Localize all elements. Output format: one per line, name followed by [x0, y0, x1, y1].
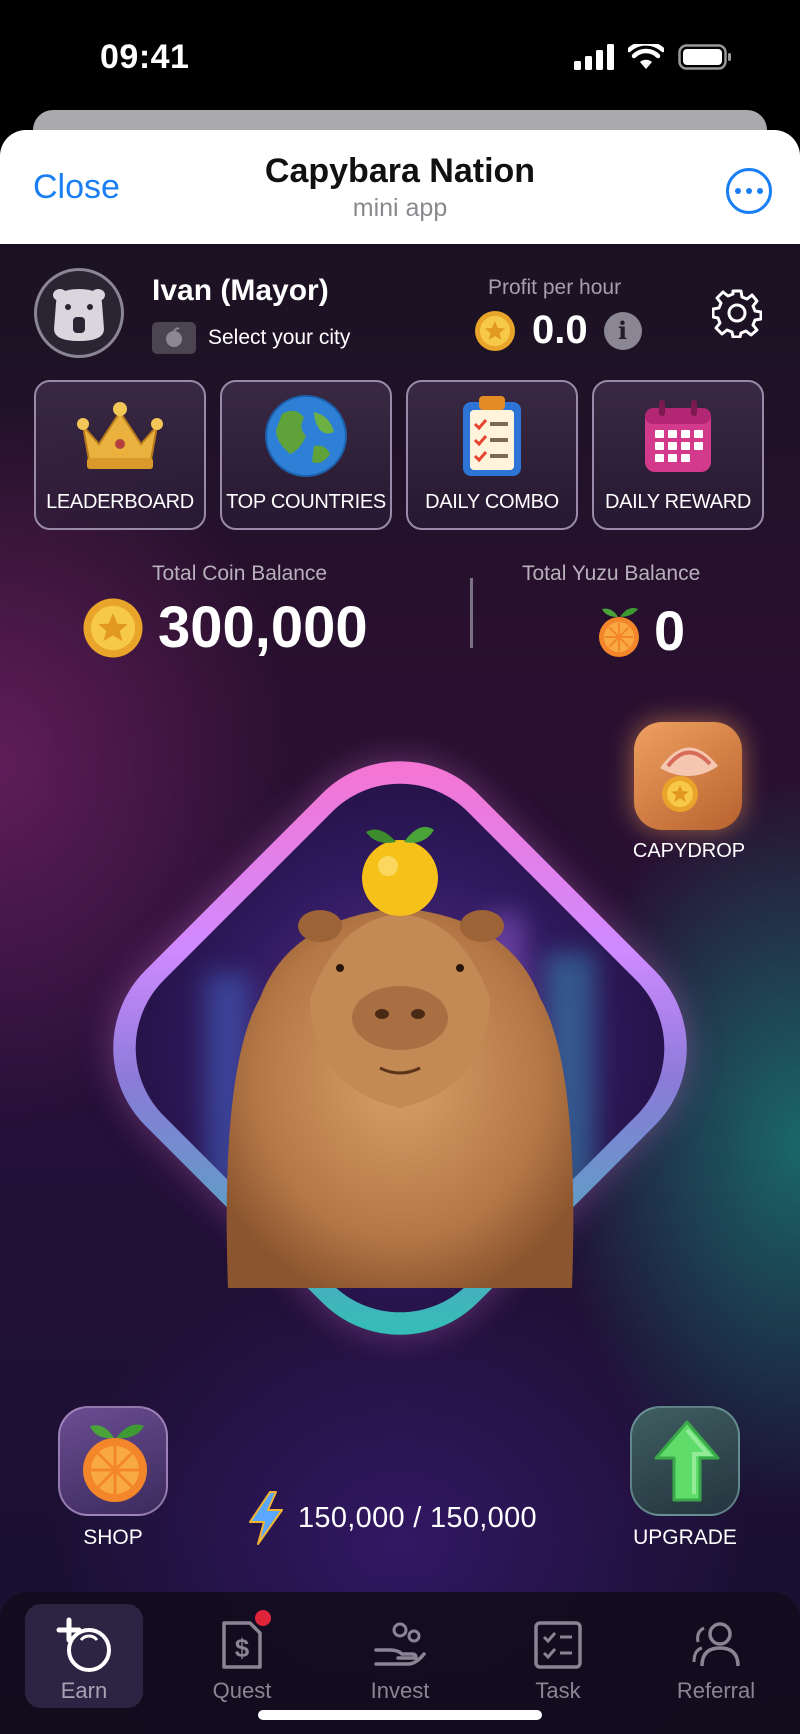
- notification-badge: [255, 1610, 271, 1626]
- coin-balance-value: 300,000: [158, 595, 368, 660]
- yuzu-balance: 0: [594, 598, 685, 663]
- arrow-up-icon: [654, 1420, 720, 1502]
- gear-icon[interactable]: [712, 288, 762, 338]
- crown-icon: [77, 402, 163, 469]
- energy-value: 150,000 / 150,000: [298, 1501, 537, 1534]
- shop-label: SHOP: [83, 1526, 143, 1549]
- status-time: 09:41: [100, 38, 190, 76]
- globe-icon: [265, 395, 347, 477]
- cellular-signal-icon: [574, 44, 614, 70]
- yuzu-balance-value: 0: [654, 599, 686, 662]
- yuzu-icon: [599, 607, 639, 657]
- upgrade-button[interactable]: [630, 1406, 740, 1516]
- coin-balance-label: Total Coin Balance: [152, 562, 328, 585]
- task-checklist-icon: [534, 1621, 582, 1669]
- capydrop-button[interactable]: [634, 722, 742, 830]
- daily-reward-tile[interactable]: DAILY REWARD: [592, 380, 764, 530]
- nav-quest[interactable]: $ Quest: [183, 1604, 301, 1708]
- nav-invest[interactable]: Invest: [341, 1604, 459, 1708]
- app-title: Capybara Nation: [264, 152, 536, 190]
- capydrop-gift-icon: [660, 747, 718, 812]
- nav-earn[interactable]: Earn: [25, 1604, 143, 1708]
- coin-icon: [83, 597, 143, 658]
- top-countries-tile[interactable]: TOP COUNTRIES: [220, 380, 392, 530]
- nav-label: Invest: [370, 1678, 430, 1703]
- energy-meter: 150,000 / 150,000: [246, 1490, 537, 1546]
- home-indicator[interactable]: [258, 1710, 542, 1720]
- lightning-icon: [249, 1491, 283, 1545]
- capydrop-label: CAPYDROP: [632, 840, 746, 862]
- svg-text:$: $: [235, 1633, 250, 1663]
- more-options-button[interactable]: [726, 168, 772, 214]
- game-screen: Ivan (Mayor) Select your city Profit per…: [0, 244, 800, 1734]
- feature-tiles: LEADERBOARD TOP COUNTRIES DAILY COMBO DA…: [34, 380, 764, 530]
- app-subtitle: mini app: [352, 194, 448, 222]
- calendar-icon: [645, 400, 711, 472]
- info-icon[interactable]: i: [603, 311, 642, 350]
- upgrade-label: UPGRADE: [633, 1526, 737, 1549]
- wifi-icon: [628, 44, 664, 69]
- nav-label: Earn: [60, 1678, 108, 1703]
- avatar[interactable]: [34, 268, 124, 358]
- battery-icon: [678, 44, 731, 70]
- daily-combo-tile[interactable]: DAILY COMBO: [406, 380, 578, 530]
- status-bar: 09:41: [0, 0, 800, 110]
- shop-button[interactable]: [58, 1406, 168, 1516]
- status-icons: [574, 44, 732, 70]
- coin-balance: 300,000: [82, 594, 368, 661]
- profit-value: 0.0: [532, 308, 588, 352]
- balance-divider: [470, 578, 473, 648]
- earn-coin-icon: [56, 1617, 111, 1672]
- select-city-label: Select your city: [208, 326, 351, 349]
- profit-per-hour: 0.0 i: [474, 308, 642, 353]
- tile-label: LEADERBOARD: [46, 491, 194, 513]
- nav-label: Quest: [212, 1678, 272, 1703]
- select-city-button[interactable]: Select your city: [152, 322, 350, 354]
- yuzu-balance-label: Total Yuzu Balance: [522, 562, 701, 585]
- leaderboard-tile[interactable]: LEADERBOARD: [34, 380, 206, 530]
- nav-task[interactable]: Task: [499, 1604, 617, 1708]
- player-name: Ivan (Mayor): [152, 274, 329, 307]
- yuzu-fruit-icon: [83, 1424, 147, 1502]
- nav-referral[interactable]: Referral: [657, 1604, 775, 1708]
- tile-label: TOP COUNTRIES: [226, 491, 386, 513]
- tile-label: DAILY REWARD: [604, 491, 752, 513]
- invest-hand-icon: [374, 1622, 426, 1666]
- nav-label: Referral: [676, 1678, 756, 1703]
- profit-per-hour-label: Profit per hour: [488, 276, 622, 299]
- miniapp-header: Close Capybara Nation mini app: [0, 130, 800, 244]
- nav-label: Task: [535, 1678, 581, 1703]
- city-flag-icon: [152, 322, 196, 354]
- referral-people-icon: [692, 1622, 740, 1667]
- tile-label: DAILY COMBO: [425, 491, 559, 513]
- coin-icon: [475, 310, 515, 351]
- capybara-avatar-icon: [53, 289, 105, 341]
- capybara-character: [226, 826, 574, 1288]
- clipboard-icon: [463, 396, 521, 476]
- quest-dollar-doc-icon: $: [222, 1621, 262, 1669]
